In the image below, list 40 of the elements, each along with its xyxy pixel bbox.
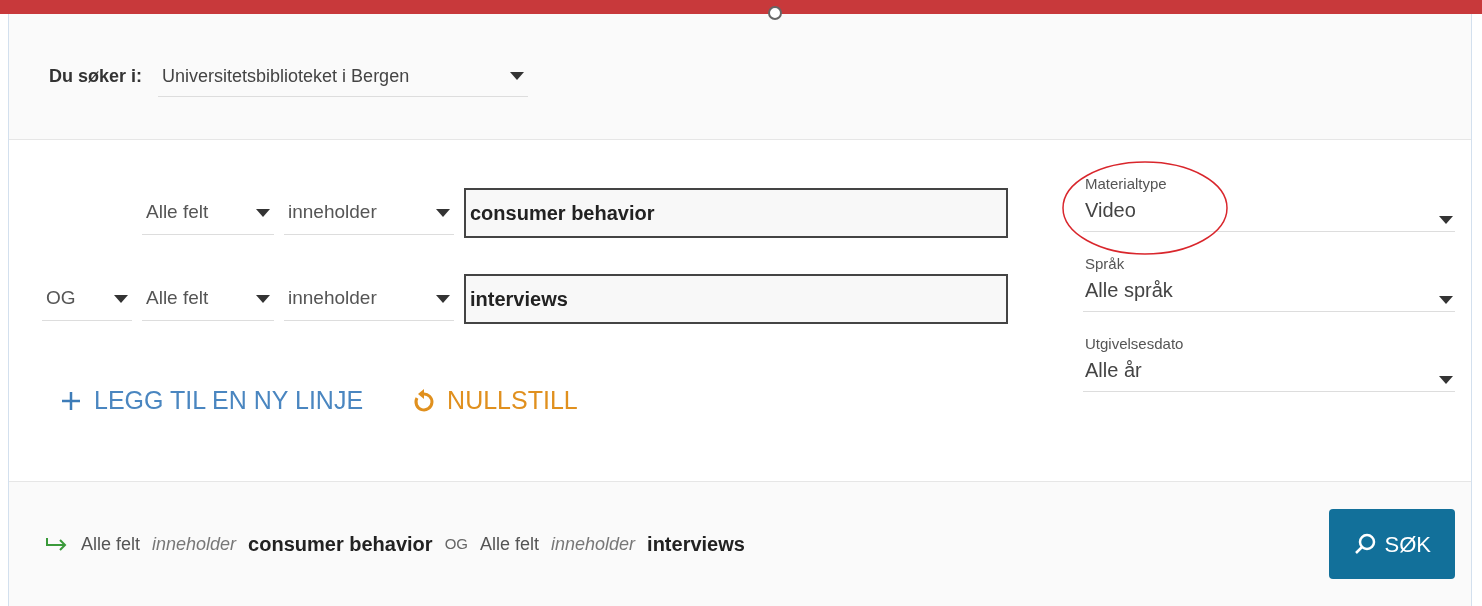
caret-icon (256, 293, 270, 304)
slider-handle[interactable] (768, 6, 782, 20)
caret-icon (256, 207, 270, 218)
field-text: Alle felt (479, 532, 539, 556)
search-term-field[interactable]: interviews (464, 274, 1008, 324)
term-text: interviews (647, 532, 745, 557)
operator-dropdown[interactable]: inneholder (284, 277, 454, 321)
caret-icon (1439, 215, 1453, 225)
term-text: consumer behavior (248, 532, 433, 557)
operator-dropdown[interactable]: inneholder (284, 191, 454, 235)
reset-icon (411, 387, 436, 414)
add-line-button[interactable]: LEGG TIL EN NY LINJE (60, 382, 364, 420)
arrow-icon (45, 536, 69, 552)
filter-dropdown[interactable]: Materialtype Video (1083, 170, 1455, 232)
plus-icon (60, 389, 82, 412)
field-dropdown[interactable]: Alle felt (142, 277, 274, 321)
boolean-text: OG (444, 533, 468, 554)
field-text: Alle felt (81, 532, 141, 556)
caret-icon (1439, 375, 1453, 385)
caret-icon (1439, 295, 1453, 305)
scope-label: Du søker i: (49, 65, 143, 88)
filter-value: Alle språk (1085, 278, 1173, 303)
search-term-field[interactable]: consumer behavior (464, 188, 1008, 238)
caret-icon (114, 293, 128, 304)
scope-dropdown[interactable]: Universitetsbiblioteket i Bergen (158, 56, 529, 97)
filter-label: Utgivelsesdato (1085, 333, 1184, 354)
filter-dropdown[interactable]: Språk Alle språk (1083, 250, 1455, 312)
operator-text: inneholder (551, 532, 636, 556)
filter-value: Video (1085, 198, 1137, 223)
operator-text: inneholder (152, 532, 237, 556)
filter-label: Språk (1085, 253, 1126, 274)
caret-icon (436, 293, 450, 304)
filter-dropdown[interactable]: Utgivelsesdato Alle år (1083, 330, 1455, 392)
filter-label: Materialtype (1085, 173, 1167, 194)
boolean-dropdown[interactable]: OG (42, 277, 132, 321)
caret-icon (436, 207, 450, 218)
field-dropdown[interactable]: Alle felt (142, 191, 274, 235)
filter-value: Alle år (1085, 358, 1143, 383)
search-button[interactable]: SØK (1328, 509, 1455, 579)
caret-icon (510, 71, 525, 81)
